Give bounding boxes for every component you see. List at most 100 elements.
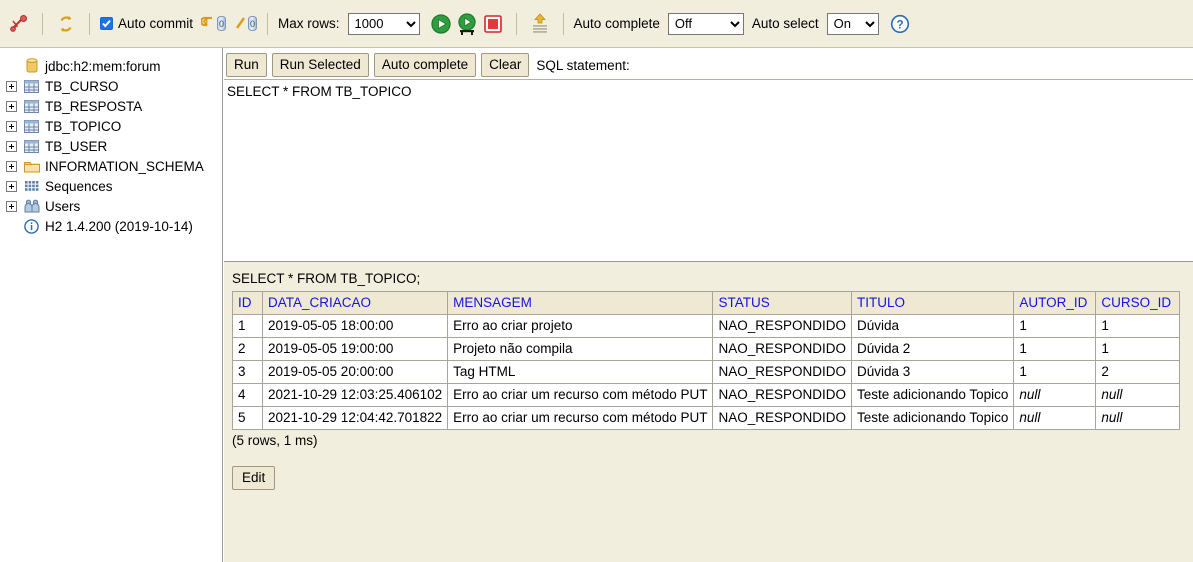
cell-mensagem: Erro ao criar um recurso com método PUT xyxy=(447,406,714,430)
tree-item-label: INFORMATION_SCHEMA xyxy=(45,158,204,174)
expand-toggle-icon[interactable] xyxy=(6,120,17,132)
tree-item-jdbc-h2-mem-forum[interactable]: jdbc:h2:mem:forum xyxy=(6,56,222,76)
expand-toggle-icon[interactable] xyxy=(6,80,17,92)
query-toolbar: Run Run Selected Auto complete Clear SQL… xyxy=(224,52,630,78)
auto-complete-select[interactable]: Off xyxy=(667,12,744,35)
tree-item-label: Users xyxy=(45,198,81,214)
toolbar-separator-3 xyxy=(267,12,269,35)
rollback-icon[interactable]: 0 xyxy=(234,15,258,32)
cell-curso_id: null xyxy=(1095,406,1181,430)
expand-toggle-icon[interactable] xyxy=(6,160,17,172)
expand-toggle-icon[interactable] xyxy=(6,140,17,152)
table-row[interactable]: 5 2021-10-29 12:04:42.701822 Erro ao criar… xyxy=(232,406,1181,430)
sql-editor[interactable]: SELECT * FROM TB_TOPICO xyxy=(224,79,1193,261)
tree-item-tb-curso[interactable]: TB_CURSO xyxy=(6,76,222,96)
cell-status: NAO_RESPONDIDO xyxy=(712,314,853,338)
results-header-row: ID DATA_CRIACAO MENSAGEM STATUS TITULO AUTOR_… xyxy=(232,291,1181,315)
cell-autor_id: 1 xyxy=(1013,337,1097,361)
sql-statement-label: SQL statement: xyxy=(536,57,630,73)
main-pane: Run Run Selected Auto complete Clear SQL… xyxy=(224,48,1193,562)
cell-id: 4 xyxy=(232,383,263,407)
folder-icon xyxy=(23,158,40,174)
rollback-count: 0 xyxy=(248,16,258,31)
cell-data_criacao: 2019-05-05 18:00:00 xyxy=(261,314,449,338)
tree-item-label: TB_USER xyxy=(45,138,108,154)
disconnect-icon[interactable] xyxy=(6,11,32,37)
main-toolbar: Auto commit 0 0 Max rows: 1000 Auto comp… xyxy=(0,0,1193,48)
refresh-icon[interactable] xyxy=(53,11,79,37)
cell-id: 5 xyxy=(232,406,263,430)
toolbar-separator-4 xyxy=(515,12,517,35)
database-icon xyxy=(23,58,40,74)
cell-autor_id: null xyxy=(1013,406,1097,430)
cell-curso_id: null xyxy=(1095,383,1181,407)
cell-mensagem: Tag HTML xyxy=(447,360,714,384)
svg-text:?: ? xyxy=(896,19,903,31)
max-rows-label: Max rows: xyxy=(278,16,340,31)
edit-button[interactable]: Edit xyxy=(232,466,276,490)
sequences-icon xyxy=(23,178,40,194)
results-panel: SELECT * FROM TB_TOPICO; ID DATA_CRIACAO M… xyxy=(224,261,1193,562)
cell-titulo: Dúvida 3 xyxy=(851,360,1015,384)
table-row[interactable]: 2 2019-05-05 19:00:00 Projeto não compila N… xyxy=(232,337,1181,361)
cell-autor_id: null xyxy=(1013,383,1097,407)
tree-item-label: jdbc:h2:mem:forum xyxy=(45,58,161,74)
column-header-curso_id[interactable]: CURSO_ID xyxy=(1095,291,1181,315)
commit-icon[interactable]: 0 xyxy=(201,15,227,32)
clear-button[interactable]: Clear xyxy=(481,53,530,77)
tree-item-h2-1-4-200-2019-10-14[interactable]: H2 1.4.200 (2019-10-14) xyxy=(6,216,222,236)
expand-toggle-icon[interactable] xyxy=(6,180,17,192)
users-icon xyxy=(23,198,40,214)
column-header-autor_id[interactable]: AUTOR_ID xyxy=(1013,291,1097,315)
column-header-mensagem[interactable]: MENSAGEM xyxy=(447,291,714,315)
tree-item-label: H2 1.4.200 (2019-10-14) xyxy=(45,218,193,234)
sql-editor-text: SELECT * FROM TB_TOPICO xyxy=(227,84,412,99)
column-header-id[interactable]: ID xyxy=(232,291,263,315)
cell-data_criacao: 2019-05-05 19:00:00 xyxy=(261,337,449,361)
tree-item-tb-topico[interactable]: TB_TOPICO xyxy=(6,116,222,136)
auto-complete-button[interactable]: Auto complete xyxy=(373,53,477,77)
cell-status: NAO_RESPONDIDO xyxy=(712,406,853,430)
tree-item-tb-user[interactable]: TB_USER xyxy=(6,136,222,156)
cell-id: 3 xyxy=(232,360,263,384)
auto-commit-label: Auto commit xyxy=(118,16,194,31)
cell-mensagem: Erro ao criar um recurso com método PUT xyxy=(447,383,714,407)
run-button[interactable]: Run xyxy=(226,53,267,77)
cell-mensagem: Erro ao criar projeto xyxy=(447,314,714,338)
tree-item-sequences[interactable]: Sequences xyxy=(6,176,222,196)
table-row[interactable]: 4 2021-10-29 12:03:25.406102 Erro ao criar… xyxy=(232,383,1181,407)
cell-data_criacao: 2019-05-05 20:00:00 xyxy=(261,360,449,384)
cell-data_criacao: 2021-10-29 12:03:25.406102 xyxy=(261,383,449,407)
cell-id: 2 xyxy=(232,337,263,361)
toolbar-separator-2 xyxy=(89,12,90,35)
auto-select-select[interactable]: On xyxy=(826,12,879,35)
cell-status: NAO_RESPONDIDO xyxy=(712,360,853,384)
column-header-titulo[interactable]: TITULO xyxy=(851,291,1015,315)
toolbar-separator-5 xyxy=(562,12,564,35)
run-selected-button[interactable]: Run Selected xyxy=(271,53,369,77)
upload-icon[interactable] xyxy=(527,11,553,37)
tree-item-tb-resposta[interactable]: TB_RESPOSTA xyxy=(6,96,222,116)
cell-data_criacao: 2021-10-29 12:04:42.701822 xyxy=(261,406,449,430)
max-rows-select[interactable]: 1000 xyxy=(347,12,420,35)
expand-toggle-icon[interactable] xyxy=(6,200,17,212)
column-header-status[interactable]: STATUS xyxy=(712,291,853,315)
help-icon[interactable]: ? xyxy=(887,11,913,37)
stop-icon[interactable] xyxy=(480,11,506,37)
commit-count: 0 xyxy=(217,16,227,31)
cell-titulo: Dúvida xyxy=(851,314,1015,338)
cell-titulo: Teste adicionando Topico xyxy=(851,406,1015,430)
column-header-data_criacao[interactable]: DATA_CRIACAO xyxy=(261,291,449,315)
run-icon[interactable] xyxy=(428,11,454,37)
expand-toggle-icon[interactable] xyxy=(6,100,17,112)
table-row[interactable]: 3 2019-05-05 20:00:00 Tag HTML NAO_RESPONDI… xyxy=(232,360,1181,384)
auto-select-label: Auto select xyxy=(751,16,819,31)
cell-autor_id: 1 xyxy=(1013,314,1097,338)
auto-commit-checkbox[interactable] xyxy=(100,17,113,30)
tree-item-users[interactable]: Users xyxy=(6,196,222,216)
tree-item-information-schema[interactable]: INFORMATION_SCHEMA xyxy=(6,156,222,176)
run-selected-icon[interactable] xyxy=(454,11,480,37)
results-body: 1 2019-05-05 18:00:00 Erro ao criar projet… xyxy=(232,314,1181,430)
cell-status: NAO_RESPONDIDO xyxy=(712,383,853,407)
table-row[interactable]: 1 2019-05-05 18:00:00 Erro ao criar projet… xyxy=(232,314,1181,338)
